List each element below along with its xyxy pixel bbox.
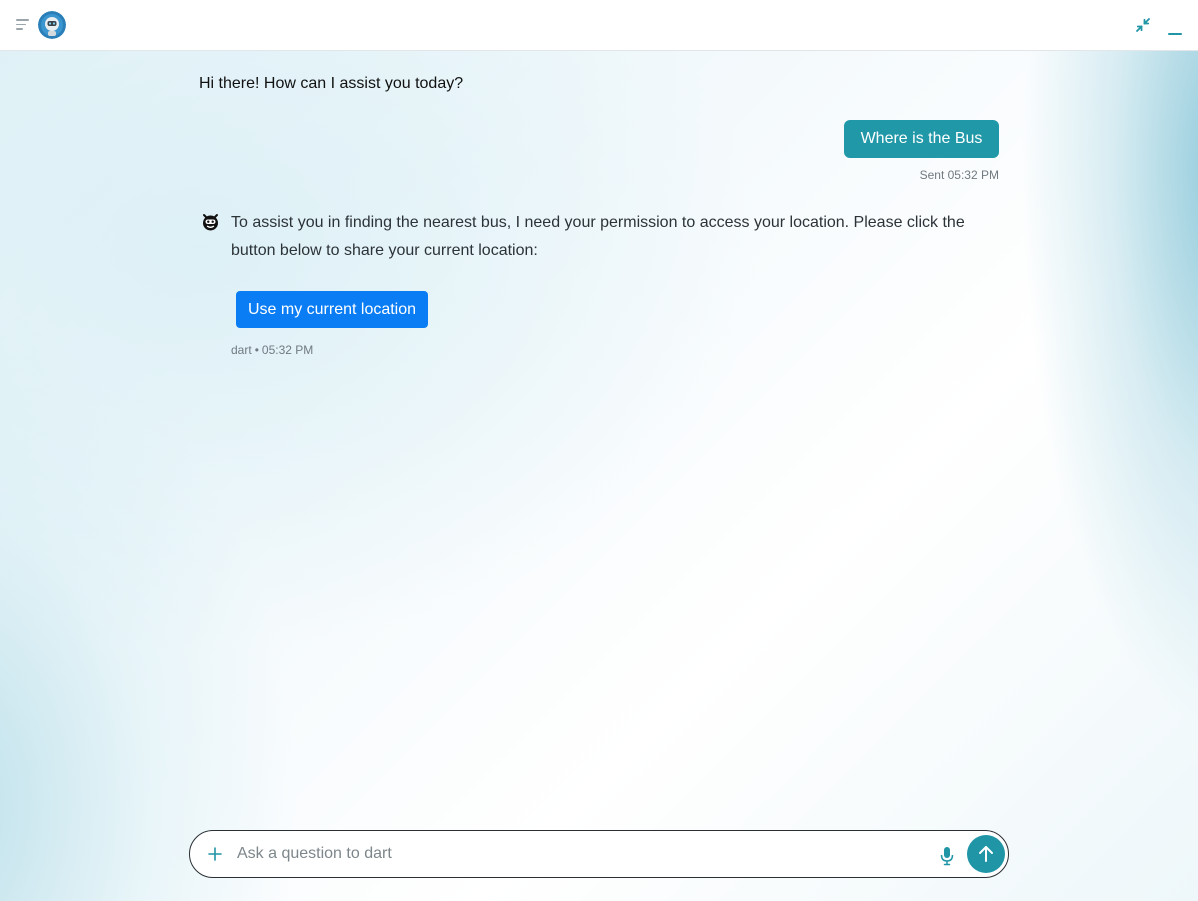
question-input[interactable]	[237, 842, 917, 866]
robot-avatar-icon	[38, 11, 66, 39]
bot-message: To assist you in finding the nearest bus…	[231, 214, 965, 259]
collapse-arrows-icon[interactable]	[1135, 17, 1151, 33]
message-composer	[189, 830, 1009, 878]
header-bar	[0, 0, 1198, 51]
bot-message-meta: dart • 05:32 PM	[231, 343, 313, 357]
menu-lines-icon[interactable]	[16, 19, 30, 31]
robot-face-icon	[201, 212, 220, 231]
plus-icon[interactable]	[207, 846, 223, 862]
send-button[interactable]	[967, 835, 1005, 873]
bot-message-timestamp: 05:32 PM	[261, 343, 314, 357]
minimize-icon[interactable]	[1167, 23, 1183, 35]
arrow-up-icon	[979, 846, 993, 862]
bot-name: dart	[231, 343, 252, 357]
chat-background	[0, 51, 1198, 901]
user-message-timestamp: Sent 05:32 PM	[919, 168, 999, 182]
user-message-bubble: Where is the Bus	[844, 120, 999, 158]
greeting-message: Hi there! How can I assist you today?	[199, 75, 464, 92]
meta-separator: •	[254, 343, 259, 357]
microphone-icon[interactable]	[940, 846, 954, 866]
use-current-location-button[interactable]: Use my current location	[236, 291, 428, 328]
